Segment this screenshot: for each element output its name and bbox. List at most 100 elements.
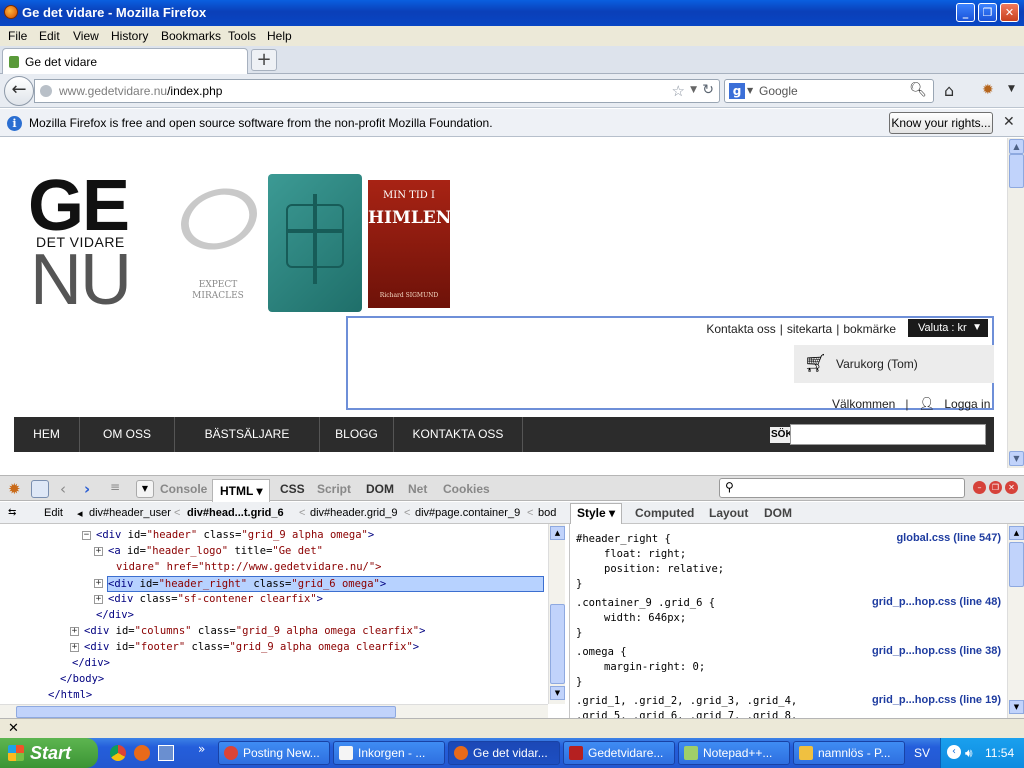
menu-history[interactable]: History xyxy=(111,29,148,43)
tab-css[interactable]: CSS xyxy=(280,482,305,496)
tab-html[interactable]: HTML ▾ xyxy=(212,479,271,502)
scroll-thumb[interactable] xyxy=(1009,154,1024,188)
expand-node-icon[interactable]: + xyxy=(70,627,79,636)
css-property[interactable]: .grid_5, .grid_6, .grid_7, .grid_8, xyxy=(576,709,797,718)
tab-cookies[interactable]: Cookies xyxy=(443,482,490,496)
html-node-line[interactable]: <div id="header_right" class="grid_6 ome… xyxy=(107,576,544,592)
side-tab-computed[interactable]: Computed xyxy=(635,506,694,520)
page-scrollbar[interactable]: ▲ ▼ xyxy=(1007,138,1024,468)
html-node-line[interactable]: </div> xyxy=(96,608,134,622)
cart-box[interactable]: 🛒︎ Varukorg (Tom) xyxy=(794,345,994,383)
side-tab-style[interactable]: Style ▾ xyxy=(570,503,623,524)
inspect-element-icon[interactable] xyxy=(31,480,49,498)
tray-expand-icon[interactable]: ‹ xyxy=(947,745,961,759)
volume-icon[interactable]: 🔊︎ xyxy=(965,746,973,761)
crumb-header[interactable]: div#header.grid_9 xyxy=(310,507,397,519)
scroll-up-icon[interactable]: ▲ xyxy=(1009,526,1024,540)
scroll-down-icon[interactable]: ▼ xyxy=(1009,451,1024,466)
menu-bookmarks[interactable]: Bookmarks xyxy=(161,29,221,43)
style-panel-scrollbar[interactable]: ▲ ▼ xyxy=(1007,524,1024,718)
link-kontakta-oss[interactable]: Kontakta oss xyxy=(706,322,775,336)
menu-file[interactable]: File xyxy=(8,29,27,43)
firebug-menu-icon[interactable]: ✹ xyxy=(8,480,26,498)
bookmark-star-icon[interactable]: ☆ xyxy=(672,82,685,100)
tab-ge-det-vidare[interactable]: Ge det vidare xyxy=(2,48,248,75)
new-tab-button[interactable]: + xyxy=(251,49,277,71)
close-addon-bar-icon[interactable]: ✕ xyxy=(8,721,19,736)
css-source-link[interactable]: grid_p...hop.css (line 48) xyxy=(872,596,1001,608)
html-node-line[interactable]: <a id="header_logo" title="Ge det" xyxy=(108,544,323,558)
css-selector[interactable]: .container_9 .grid_6 { xyxy=(576,596,715,611)
crumb-left-arrow-icon[interactable]: ◂ xyxy=(77,507,83,520)
menu-item-kontakta-oss[interactable]: KONTAKTA OSS xyxy=(394,417,523,452)
close-button[interactable]: ✕ xyxy=(1000,3,1019,22)
list-icon[interactable]: ≡ xyxy=(110,480,128,498)
css-property[interactable]: position: relative; xyxy=(604,562,724,577)
tab-console[interactable]: Console xyxy=(160,482,207,496)
crumb-body[interactable]: bod xyxy=(538,507,556,519)
collapse-node-icon[interactable]: − xyxy=(82,531,91,540)
expand-node-icon[interactable]: + xyxy=(94,547,103,556)
home-icon[interactable]: ⌂ xyxy=(944,81,954,100)
task-paint[interactable]: namnlös - P... xyxy=(793,741,905,765)
css-property[interactable]: width: 646px; xyxy=(604,611,686,626)
task-notepad[interactable]: Notepad++... xyxy=(678,741,790,765)
scroll-up-icon[interactable]: ▲ xyxy=(1009,139,1024,154)
search-bar[interactable]: g ▼ Google 🔍︎ xyxy=(724,79,934,103)
tab-net[interactable]: Net xyxy=(408,482,427,496)
css-property[interactable]: float: right; xyxy=(604,547,686,562)
crumb-header-user[interactable]: div#header_user xyxy=(89,507,171,519)
side-tab-layout[interactable]: Layout xyxy=(709,506,748,520)
product-bible-image[interactable] xyxy=(268,174,362,312)
dropdown-icon[interactable]: ▼ xyxy=(136,480,154,498)
crumb-header-right[interactable]: div#head...t.grid_6 xyxy=(187,507,284,519)
task-inkorgen[interactable]: Inkorgen - ... xyxy=(333,741,445,765)
link-bokmarke[interactable]: bokmärke xyxy=(843,322,896,336)
back-button[interactable]: ← xyxy=(4,76,34,106)
html-node-line[interactable]: </html> xyxy=(48,688,92,702)
menu-help[interactable]: Help xyxy=(267,29,292,43)
html-node-line[interactable]: <div id="columns" class="grid_9 alpha om… xyxy=(84,624,425,638)
know-your-rights-button[interactable]: Know your rights... xyxy=(889,112,993,134)
close-notification-icon[interactable]: ✕ xyxy=(1003,114,1015,130)
html-node-line[interactable]: <div class="sf-contener clearfix"> xyxy=(108,592,323,606)
menu-item-hem[interactable]: HEM xyxy=(14,417,80,452)
expand-node-icon[interactable]: + xyxy=(94,579,103,588)
scroll-thumb[interactable] xyxy=(1009,542,1024,587)
menu-edit[interactable]: Edit xyxy=(39,29,60,43)
side-tab-dom[interactable]: DOM xyxy=(764,506,792,520)
css-selector[interactable]: #header_right { xyxy=(576,532,671,547)
menu-view[interactable]: View xyxy=(73,29,99,43)
firebug-bug-icon[interactable]: ✹ xyxy=(982,82,994,98)
expand-node-icon[interactable]: + xyxy=(94,595,103,604)
desktop-icon[interactable] xyxy=(158,745,174,761)
html-node-line[interactable]: <div id="footer" class="grid_9 alpha ome… xyxy=(84,640,419,654)
firebug-search-input[interactable]: ⚲ xyxy=(719,478,965,498)
hscroll-thumb[interactable] xyxy=(16,706,396,718)
layout-toggle-icon[interactable]: ⇆ xyxy=(8,507,16,518)
menu-item-blogg[interactable]: BLOGG xyxy=(320,417,394,452)
crumb-page[interactable]: div#page.container_9 xyxy=(415,507,520,519)
site-search-input[interactable] xyxy=(790,424,986,445)
quicklaunch-overflow-icon[interactable]: » xyxy=(198,742,205,756)
maximize-button[interactable]: ❐ xyxy=(978,3,997,22)
chrome-icon[interactable] xyxy=(110,745,126,761)
menu-item-om-oss[interactable]: OM OSS xyxy=(80,417,175,452)
menu-tools[interactable]: Tools xyxy=(228,29,256,43)
detach-firebug-icon[interactable]: ❐ xyxy=(989,481,1002,494)
scroll-up-icon[interactable]: ▲ xyxy=(550,526,565,540)
expand-node-icon[interactable]: + xyxy=(70,643,79,652)
edit-button[interactable]: Edit xyxy=(44,507,63,519)
task-posting-new[interactable]: Posting New... xyxy=(218,741,330,765)
back-icon[interactable]: ‹ xyxy=(60,480,78,498)
firefox-quicklaunch-icon[interactable] xyxy=(134,745,150,761)
tab-script[interactable]: Script xyxy=(317,482,351,496)
css-selector[interactable]: .grid_1, .grid_2, .grid_3, .grid_4, xyxy=(576,694,797,709)
css-selector[interactable]: .omega { xyxy=(576,645,627,660)
minimize-firebug-icon[interactable]: – xyxy=(973,481,986,494)
css-source-link[interactable]: grid_p...hop.css (line 19) xyxy=(872,694,1001,706)
link-sitekarta[interactable]: sitekarta xyxy=(787,322,832,336)
menu-item-bastsaljare[interactable]: BÄSTSÄLJARE xyxy=(175,417,320,452)
scroll-down-icon[interactable]: ▼ xyxy=(1009,700,1024,714)
login-link[interactable]: Logga in xyxy=(944,397,990,411)
